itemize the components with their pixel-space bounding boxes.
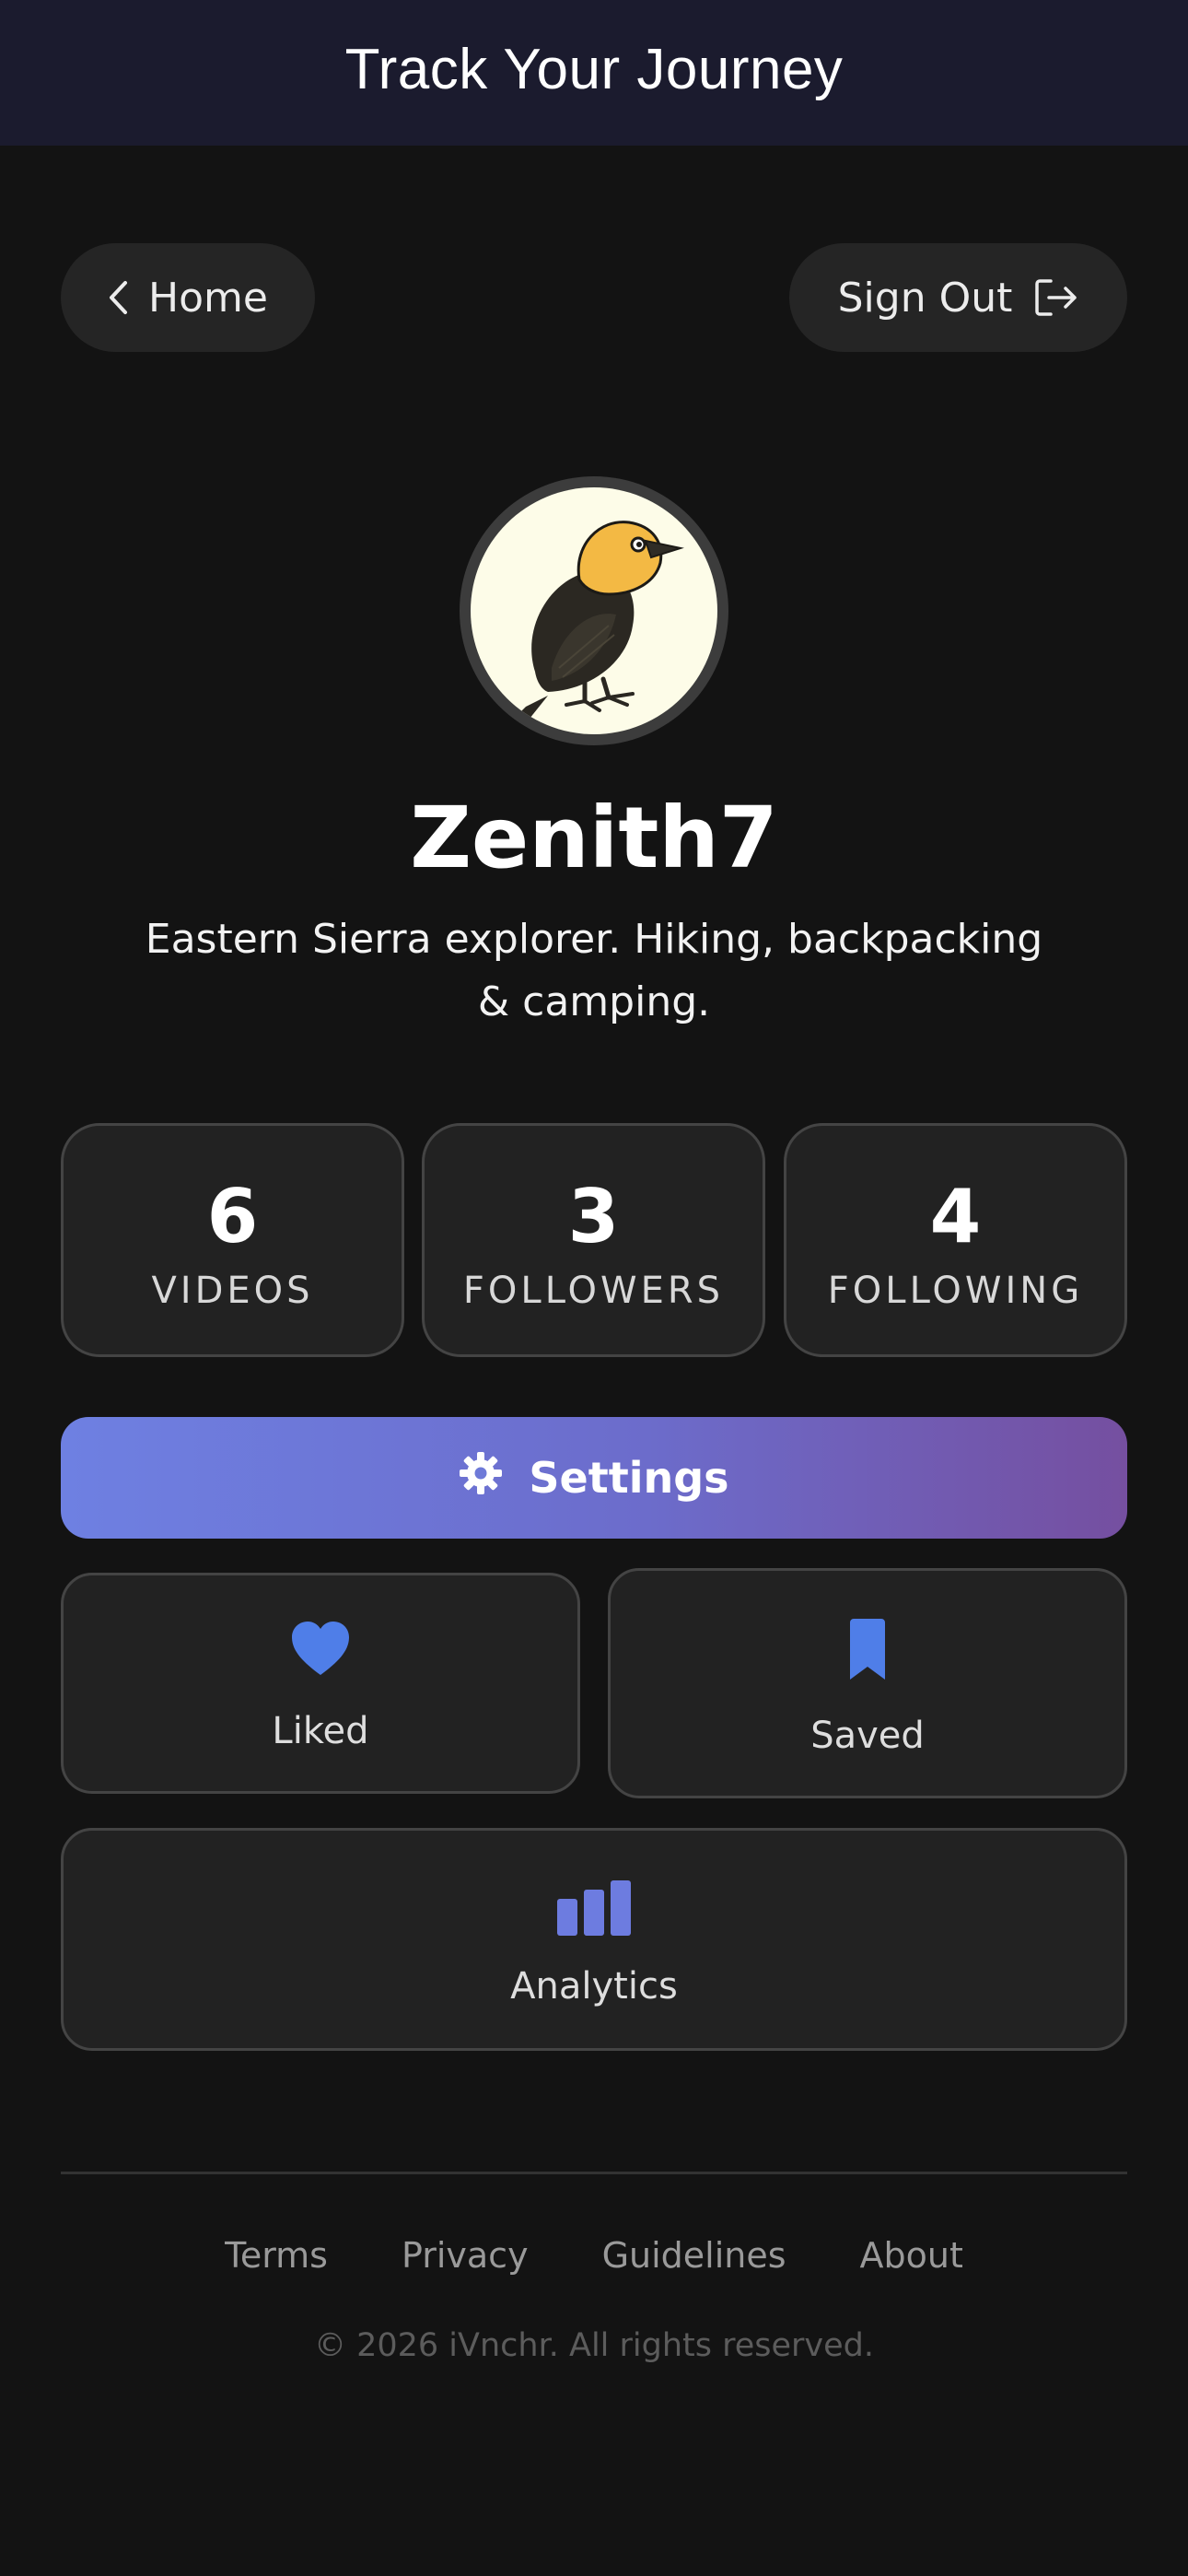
analytics-label: Analytics (510, 1965, 678, 2008)
chevron-left-icon (108, 280, 128, 315)
footer-divider (61, 2172, 1127, 2174)
liked-button[interactable]: Liked (61, 1573, 580, 1794)
saved-label: Saved (810, 1715, 925, 1757)
profile-bio: Eastern Sierra explorer. Hiking, backpac… (145, 916, 1043, 1025)
home-button[interactable]: Home (61, 243, 315, 352)
stat-videos[interactable]: 6 VIDEOS (61, 1123, 404, 1357)
settings-button[interactable]: Settings (61, 1417, 1127, 1539)
stat-value: 6 (206, 1174, 259, 1259)
top-bar: Track Your Journey (0, 0, 1188, 146)
username: Zenith7 (410, 789, 778, 887)
stat-followers[interactable]: 3 FOLLOWERS (422, 1123, 765, 1357)
sign-out-button[interactable]: Sign Out (789, 243, 1127, 352)
app-title: Track Your Journey (344, 37, 844, 101)
copyright-text: © 2026 iVnchr. All rights reserved. (313, 2327, 875, 2364)
stat-value: 3 (567, 1174, 620, 1259)
sign-out-button-label: Sign Out (837, 274, 1013, 322)
stat-label: FOLLOWING (827, 1270, 1084, 1312)
heart-icon (290, 1620, 351, 1680)
gear-icon (459, 1451, 503, 1505)
exit-icon (1034, 277, 1078, 318)
footer-link-guidelines[interactable]: Guidelines (602, 2235, 786, 2276)
liked-label: Liked (272, 1710, 369, 1752)
bird-avatar-image (471, 487, 717, 734)
avatar[interactable] (460, 476, 728, 745)
bookmark-icon (846, 1617, 889, 1685)
saved-button[interactable]: Saved (608, 1568, 1127, 1798)
bar-chart-icon (556, 1880, 632, 1939)
home-button-label: Home (148, 274, 268, 322)
stat-label: FOLLOWERS (462, 1270, 725, 1312)
stat-value: 4 (929, 1174, 982, 1259)
footer-link-terms[interactable]: Terms (225, 2235, 328, 2276)
footer-links: Terms Privacy Guidelines About (0, 2235, 1188, 2276)
settings-button-label: Settings (529, 1453, 729, 1503)
stat-label: VIDEOS (151, 1270, 314, 1312)
analytics-button[interactable]: Analytics (61, 1828, 1127, 2051)
footer-link-about[interactable]: About (860, 2235, 963, 2276)
footer-link-privacy[interactable]: Privacy (402, 2235, 529, 2276)
stat-following[interactable]: 4 FOLLOWING (784, 1123, 1127, 1357)
